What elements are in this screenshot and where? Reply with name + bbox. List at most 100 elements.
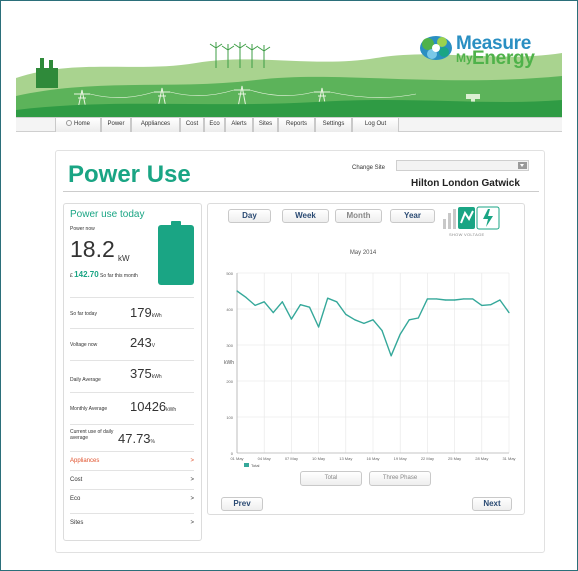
nav-power[interactable]: Power (101, 118, 131, 132)
y-tick-label: 200 (226, 379, 233, 384)
x-tick-label: 01 May (230, 456, 243, 461)
stat-label: Monthly Average (70, 406, 108, 412)
data-point (499, 299, 501, 301)
y-tick-label: 500 (226, 271, 233, 276)
stat-unit: kWh (166, 407, 177, 413)
nav-alerts[interactable]: Alerts (225, 118, 253, 132)
battery-icon (158, 221, 194, 285)
data-point (390, 355, 392, 357)
logo-icon (420, 36, 452, 60)
data-point (472, 298, 474, 300)
nav-logout[interactable]: Log Out (352, 118, 399, 132)
prev-button[interactable]: Prev (221, 497, 263, 511)
x-tick-label: 13 May (339, 456, 352, 461)
nav-eco[interactable]: Eco (204, 118, 225, 132)
data-point (281, 301, 283, 303)
stat-value: 179kWh (130, 305, 162, 320)
stat-label: So far today (70, 311, 97, 317)
chevron-right-icon: > (190, 458, 194, 464)
x-tick-label: 16 May (366, 456, 379, 461)
data-point (354, 319, 356, 321)
data-point (426, 298, 428, 300)
x-tick-label: 19 May (394, 456, 407, 461)
page-title: Power Use (68, 161, 191, 188)
data-point (408, 319, 410, 321)
data-point (245, 296, 247, 299)
x-tick-label: 04 May (258, 456, 271, 461)
data-point (308, 306, 311, 308)
x-tick-label: 28 May (475, 456, 488, 461)
data-point (263, 301, 265, 303)
three-phase-button[interactable]: Three Phase (369, 471, 431, 486)
summary-title: Power use today (70, 209, 145, 220)
data-point (481, 304, 483, 306)
nav-reports[interactable]: Reports (278, 118, 315, 132)
chart-title: May 2014 (350, 250, 377, 256)
menu-label: Eco (70, 496, 81, 502)
x-tick-label: 07 May (285, 456, 298, 461)
data-point (290, 318, 292, 320)
menu-label: Sites (70, 520, 84, 526)
nav-settings[interactable]: Settings (315, 118, 352, 132)
data-point (254, 304, 256, 306)
data-point (381, 330, 383, 332)
y-tick-label: 300 (226, 343, 233, 348)
data-point (399, 333, 401, 335)
legend-swatch (244, 463, 249, 467)
data-point (318, 326, 320, 328)
y-tick-label: 400 (226, 307, 233, 312)
x-tick-label: 10 May (312, 456, 325, 461)
stat-label: Voltage now (70, 342, 98, 348)
stat-unit: kWh (151, 374, 162, 380)
stat-row-daily-average: Daily Average 375kWh (70, 360, 194, 392)
stat-row-voltage-now: Voltage now 243V (70, 328, 194, 360)
nav-cost[interactable]: Cost (180, 118, 204, 132)
stat-row-monthly-average: Monthly Average 10426kWh (70, 392, 194, 424)
nav-home[interactable]: Home (55, 118, 101, 132)
stat-row-so-far-today: So far today 179kWh (70, 297, 194, 328)
nav-appliances[interactable]: Appliances (131, 118, 180, 132)
chevron-right-icon: > (190, 496, 194, 502)
nav-sites[interactable]: Sites (253, 118, 278, 132)
data-point (327, 297, 329, 299)
stat-value: 243V (130, 335, 155, 350)
x-tick-label: 31 May (502, 456, 515, 461)
change-site-label: Change Site (352, 165, 386, 171)
stat-label: Daily Average (70, 377, 101, 383)
data-point (417, 317, 419, 319)
nav-home-label: Home (73, 121, 90, 127)
menu-cost[interactable]: Cost > (70, 470, 194, 489)
power-chart: May 2014 kWh 010020030040050001 May 04 Ma… (224, 250, 516, 468)
stat-value: 47.73% (118, 431, 155, 446)
data-point (435, 298, 438, 300)
chart-y-axis-label: kWh (224, 360, 234, 366)
power-now-value: 18.2 (70, 236, 115, 262)
stat-unit: V (151, 343, 156, 349)
next-button[interactable]: Next (472, 497, 512, 511)
x-tick-label: 22 May (421, 456, 434, 461)
power-now-unit: kW (118, 254, 130, 263)
menu-eco[interactable]: Eco > (70, 489, 194, 508)
stat-number: 179 (130, 305, 152, 320)
stat-row-current-use: Current use of daily average 47.73% (70, 424, 194, 451)
stat-number: 243 (130, 335, 152, 350)
data-point (272, 312, 274, 314)
site-select[interactable] (396, 160, 529, 171)
month-cost-value: 142.70 (74, 270, 99, 279)
menu-sites[interactable]: Sites > (70, 513, 194, 532)
total-button[interactable]: Total (300, 471, 362, 486)
data-point (490, 304, 492, 306)
stat-value: 375kWh (130, 366, 162, 381)
chevron-right-icon: > (190, 520, 194, 526)
logo-text-my: My (456, 51, 473, 65)
stat-number: 47.73 (118, 431, 151, 446)
data-point (372, 319, 374, 321)
power-now-label: Power now (70, 226, 95, 232)
menu-label: Appliances (70, 458, 100, 464)
x-tick-label: 25 May (448, 456, 461, 461)
menu-label: Cost (70, 477, 83, 483)
data-point (463, 298, 465, 300)
data-point (236, 290, 238, 292)
stat-number: 375 (130, 366, 152, 381)
menu-appliances[interactable]: Appliances > (70, 451, 194, 470)
